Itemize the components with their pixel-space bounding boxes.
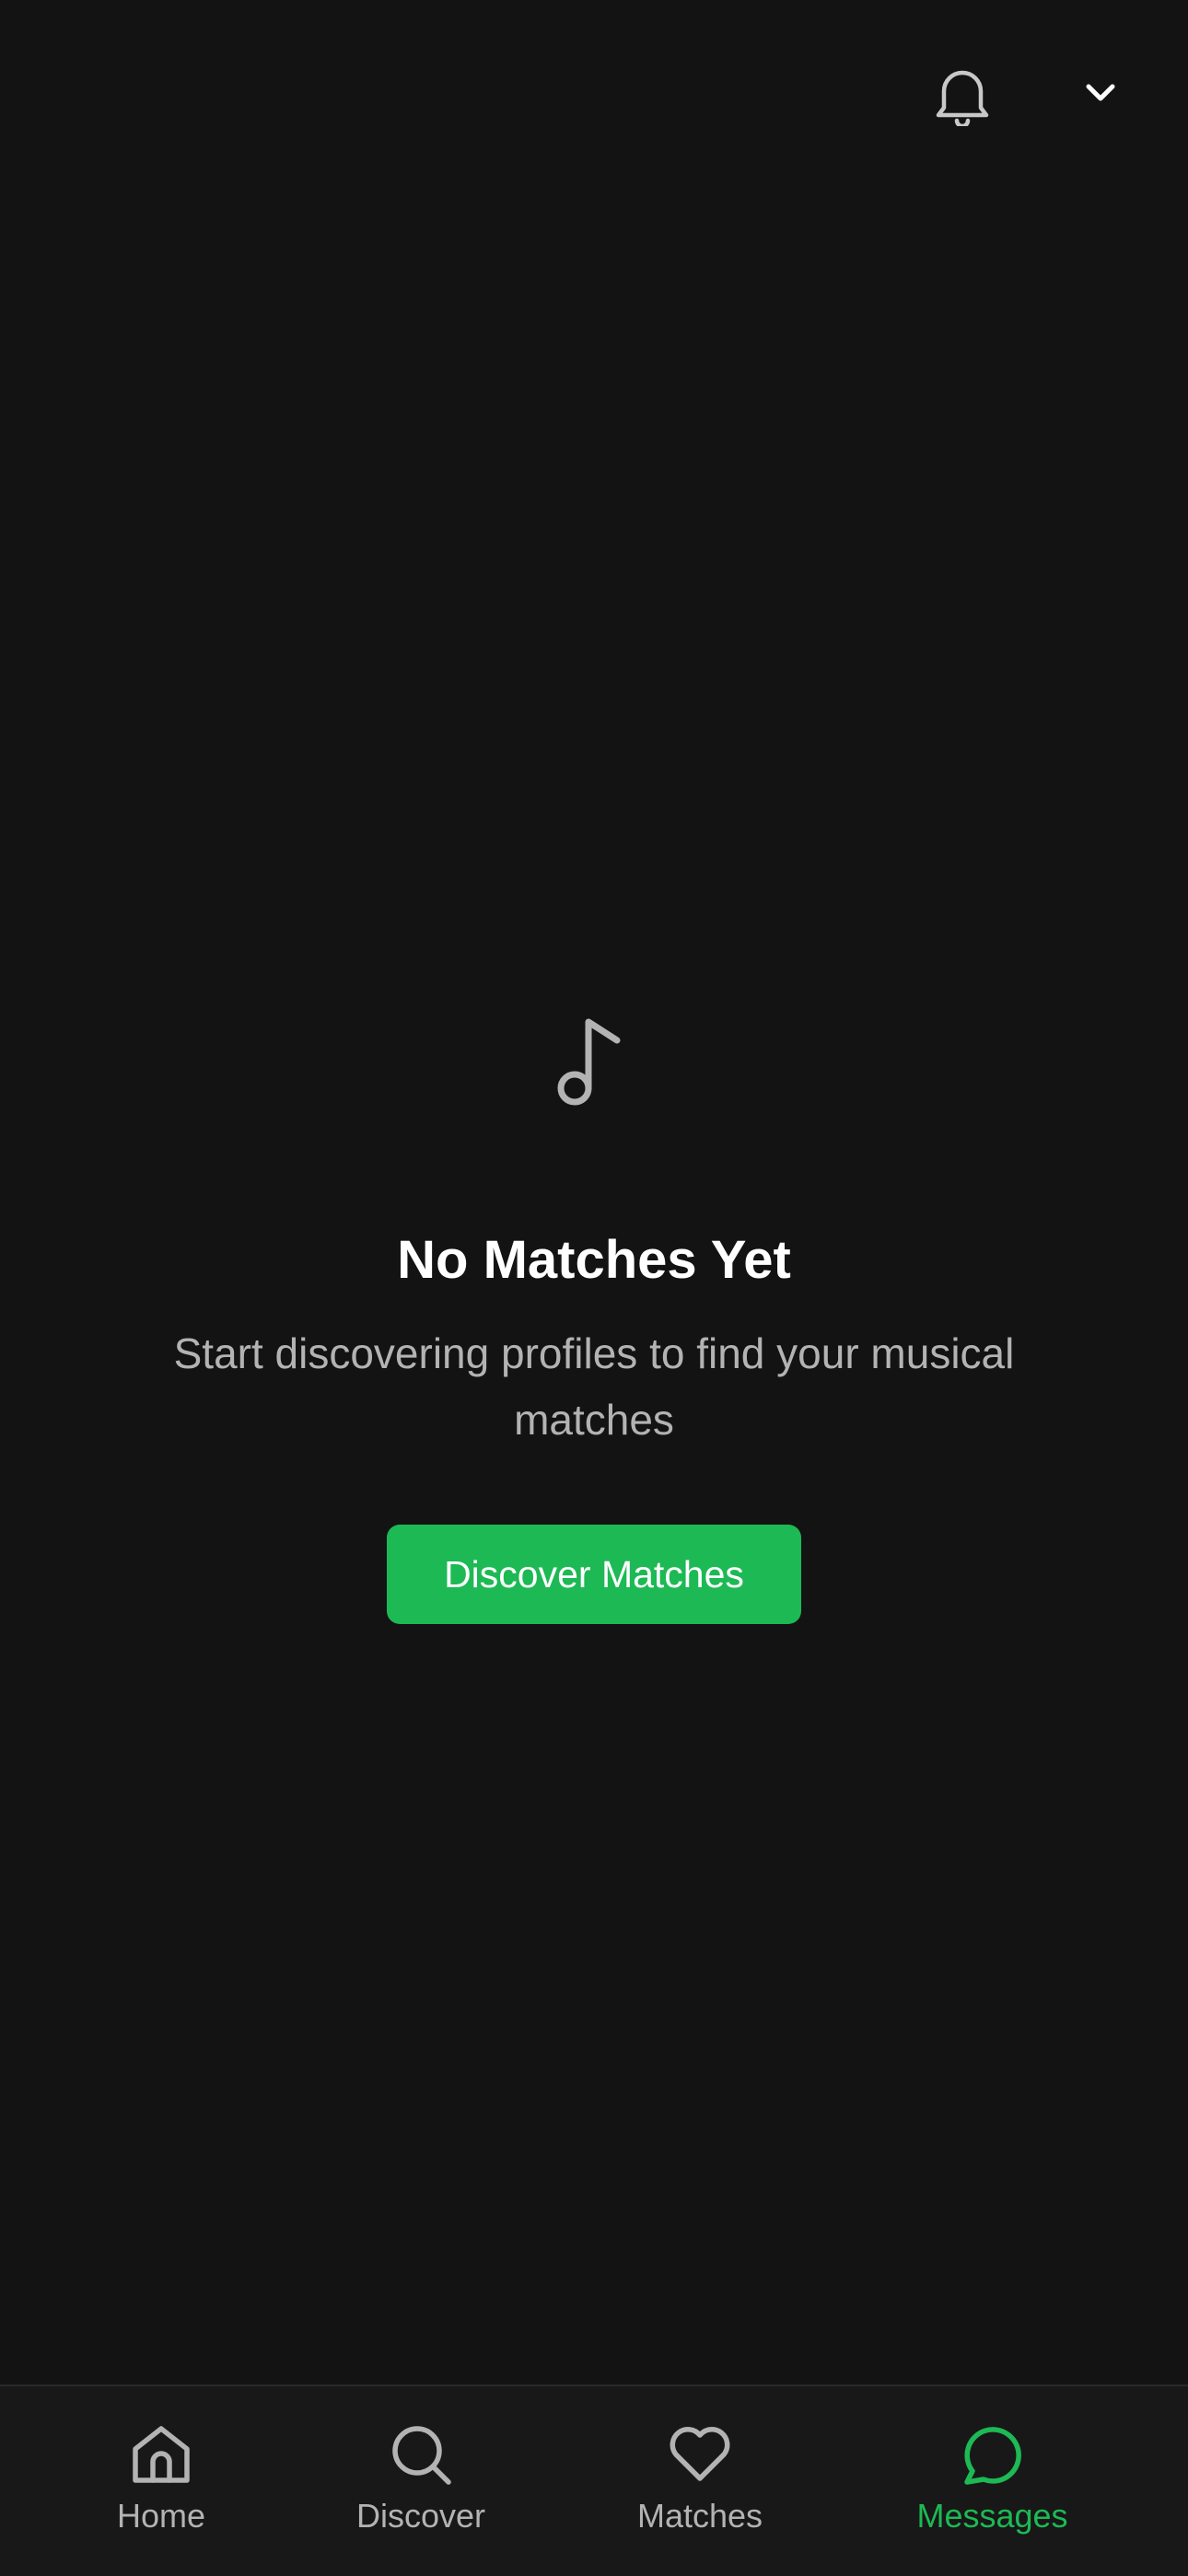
tab-matches[interactable]: Matches (626, 2421, 774, 2535)
tab-label-messages: Messages (916, 2497, 1068, 2535)
search-icon (392, 2426, 451, 2485)
bottom-tab-bar: Home Discover Matches Messages (0, 2385, 1188, 2576)
tab-home[interactable]: Home (101, 2421, 221, 2535)
tab-label-matches: Matches (636, 2497, 763, 2535)
heart-icon (670, 2427, 730, 2481)
tab-messages[interactable]: Messages (907, 2421, 1077, 2535)
bell-icon (936, 70, 989, 126)
music-note-icon (557, 1018, 621, 1106)
empty-state-subtitle: Start discovering profiles to find your … (173, 1329, 1015, 1444)
notifications-button[interactable] (921, 55, 1004, 138)
tab-discover[interactable]: Discover (347, 2421, 495, 2535)
chat-bubble-icon (963, 2427, 1021, 2485)
tab-label-discover: Discover (355, 2497, 486, 2535)
home-icon (133, 2426, 190, 2483)
empty-state-title: No Matches Yet (397, 1230, 791, 1290)
chevron-down-icon (1086, 84, 1115, 101)
empty-state: No Matches Yet Start discovering profile… (0, 1013, 1188, 1624)
account-menu-toggle[interactable] (1059, 55, 1142, 129)
top-bar (0, 0, 1188, 184)
tab-label-home: Home (116, 2497, 206, 2535)
discover-matches-button[interactable]: Discover Matches (387, 1525, 801, 1624)
